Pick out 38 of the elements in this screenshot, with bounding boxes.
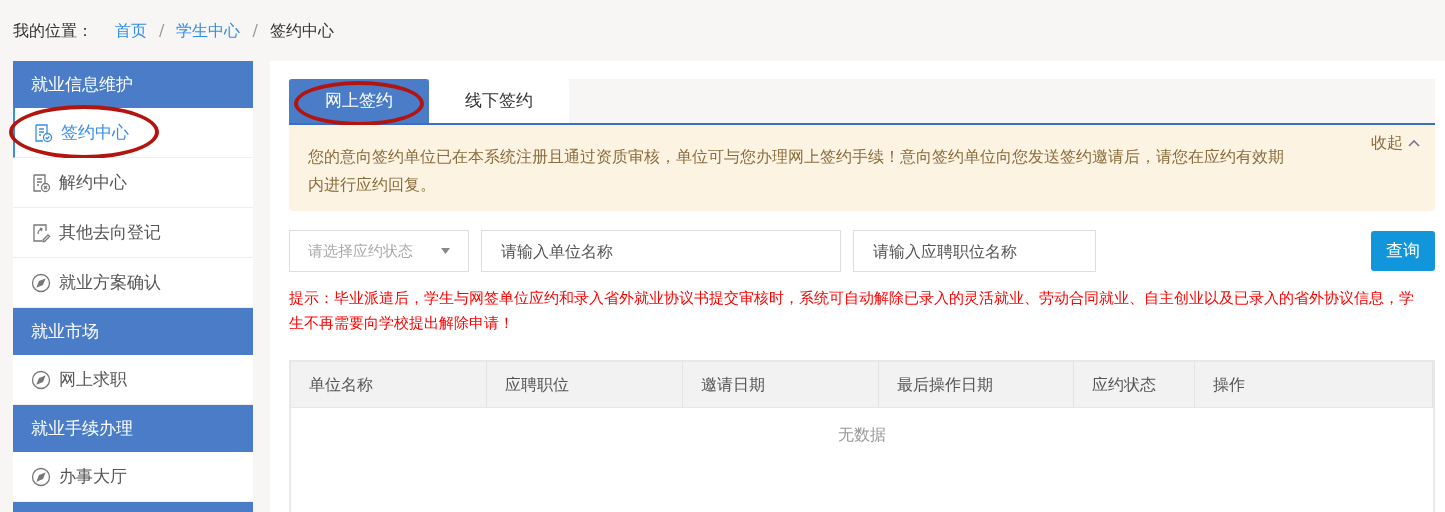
column-header: 最后操作日期 [879,362,1074,407]
tab[interactable]: 线下签约 [429,79,569,123]
breadcrumb-link[interactable]: 首页 [115,18,147,43]
notice-text: 您的意向签约单位已在本系统注册且通过资质审核，单位可与您办理网上签约手续！意向签约单位向您发送签约邀请后，请您在应约有效期内进行应约回复。 [308,146,1285,196]
breadcrumb-separator: / [252,19,258,42]
compass-icon [31,272,51,293]
unit-name-field[interactable]: 请输入单位名称 [481,230,841,272]
breadcrumb-current: 签约中心 [269,19,334,42]
column-header: 单位名称 [291,362,487,407]
query-button[interactable]: 查询 [1371,231,1435,271]
compass-icon [31,369,51,390]
column-header: 应约状态 [1074,362,1195,407]
column-header: 邀请日期 [683,362,879,407]
collapse-button[interactable]: 收起 [1371,131,1421,155]
document-cancel-icon [31,172,51,193]
position-name-field[interactable]: 请输入应聘职位名称 [853,230,1096,272]
document-check-icon [33,122,53,143]
sidebar-group-header: 就业信息维护 [13,61,253,108]
empty-text: 无数据 [838,424,886,446]
document-edit-icon [31,222,51,243]
chevron-up-icon [1407,138,1421,148]
sidebar-item[interactable]: 解约中心 [13,158,253,208]
compass-icon [31,466,51,487]
tab[interactable]: 网上签约 [289,79,429,123]
dropdown-caret-icon [441,248,450,254]
column-header: 应聘职位 [487,362,683,407]
sidebar-group-header: 就业手续办理 [13,405,253,452]
breadcrumb-separator: / [159,19,165,42]
hint-text: 提示：毕业派遣后，学生与网签单位应约和录入省外就业协议书提交审核时，系统可自动解除已录入的灵活就业、劳动合同就业、自主创业以及已录入的省外协议信息，学生不再需要向学校提出解除申请！ [289,288,1415,334]
status-select[interactable]: 请选择应约状态 [289,230,469,272]
sidebar-item[interactable]: 办事大厅 [13,452,253,502]
sidebar-group-header: 就业市场 [13,308,253,355]
breadcrumb-link[interactable]: 学生中心 [176,18,241,43]
sidebar-item[interactable]: 网上求职 [13,355,253,405]
breadcrumb-label: 我的位置： [13,19,93,42]
column-header: 操作 [1195,362,1433,407]
sidebar-item[interactable]: 就业方案确认 [13,258,253,308]
sidebar-item[interactable]: 其他去向登记 [13,208,253,258]
